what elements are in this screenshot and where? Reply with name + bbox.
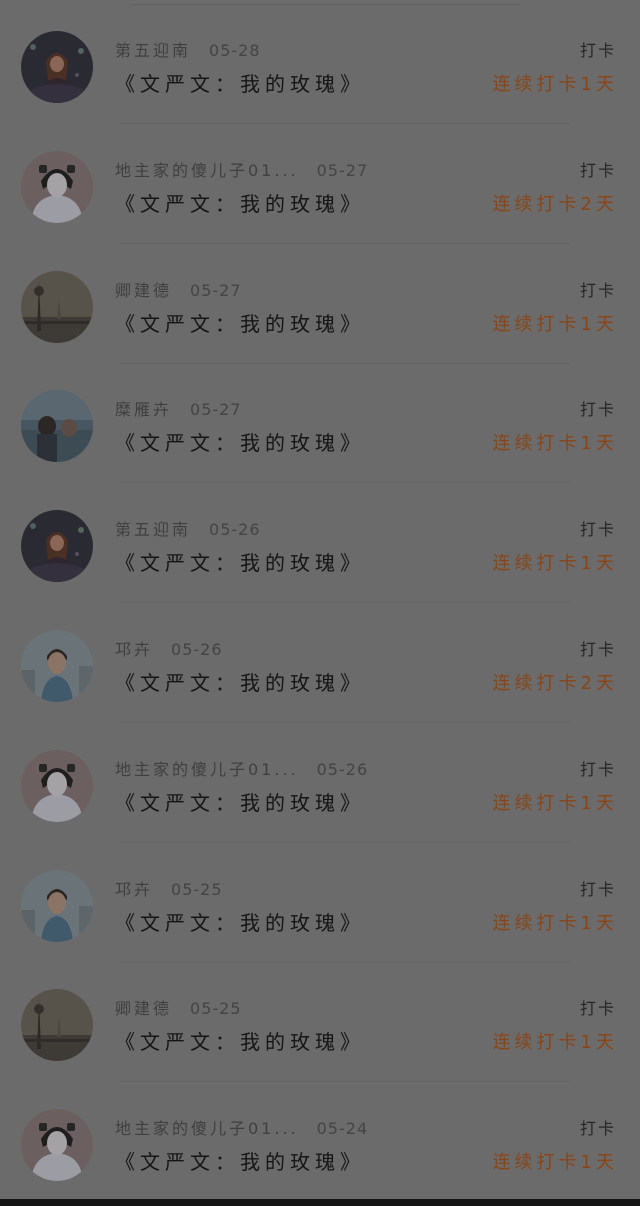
streak-count: 连续打卡1天 (492, 433, 618, 454)
checkin-record-list: 第五迎南 05-28 打卡 《文严文：我的玫瑰》 连续打卡1天 地主家的傻儿子01... 0… (0, 0, 640, 1202)
streak-count: 连续打卡1天 (492, 74, 618, 95)
checkin-date: 05-26 (316, 760, 369, 779)
username: 地主家的傻儿子01... (115, 760, 299, 779)
checkin-date: 05-28 (209, 41, 261, 60)
book-title: 《文严文：我的玫瑰》 (115, 312, 365, 336)
streak-count: 连续打卡2天 (492, 673, 618, 694)
book-title: 《文严文：我的玫瑰》 (115, 791, 365, 815)
user-avatar[interactable] (21, 630, 93, 702)
streak-count: 连续打卡1天 (492, 793, 618, 814)
book-title: 《文严文：我的玫瑰》 (115, 671, 365, 695)
list-item[interactable]: 邛卉 05-25 打卡《文严文：我的玫瑰》 连续打卡1天 (0, 843, 640, 963)
checkin-label: 打卡 (579, 999, 616, 1018)
checkin-date: 05-27 (190, 281, 242, 300)
username: 邛卉 (115, 880, 154, 899)
streak-count: 连续打卡1天 (492, 913, 618, 934)
checkin-date: 05-26 (171, 640, 223, 659)
user-avatar[interactable] (21, 31, 93, 103)
checkin-date: 05-25 (190, 999, 242, 1018)
checkin-label: 打卡 (579, 640, 616, 659)
streak-count: 连续打卡1天 (492, 1032, 618, 1053)
checkin-date: 05-26 (209, 520, 261, 539)
username: 卿建德 (115, 281, 173, 300)
checkin-date: 05-27 (316, 161, 369, 180)
username: 地主家的傻儿子01... (115, 161, 299, 180)
checkin-date: 05-24 (316, 1119, 369, 1138)
streak-count: 连续打卡1天 (492, 553, 618, 574)
list-item[interactable]: 第五迎南 05-26 打卡《文严文：我的玫瑰》 连续打卡1天 (0, 483, 640, 603)
book-title: 《文严文：我的玫瑰》 (115, 1030, 365, 1054)
list-item[interactable]: 卿建德 05-27 打卡《文严文：我的玫瑰》 连续打卡1天 (0, 244, 640, 364)
checkin-label: 打卡 (579, 1119, 616, 1138)
user-avatar[interactable] (21, 989, 93, 1061)
checkin-date: 05-25 (171, 880, 223, 899)
list-item[interactable]: 地主家的傻儿子01... 05-27 打卡《文严文：我的玫瑰》 连续打卡2天 (0, 124, 640, 244)
user-avatar[interactable] (21, 390, 93, 462)
list-item[interactable]: 地主家的傻儿子01... 05-26 打卡《文严文：我的玫瑰》 连续打卡1天 (0, 723, 640, 843)
username: 第五迎南 (115, 41, 192, 60)
user-avatar[interactable] (21, 750, 93, 822)
user-avatar[interactable] (21, 271, 93, 343)
list-item[interactable]: 第五迎南 05-28 打卡《文严文：我的玫瑰》 连续打卡1天 (0, 4, 640, 124)
book-title: 《文严文：我的玫瑰》 (115, 192, 365, 216)
streak-count: 连续打卡1天 (492, 1152, 618, 1173)
checkin-label: 打卡 (579, 520, 616, 539)
user-avatar[interactable] (21, 1109, 93, 1181)
streak-count: 连续打卡1天 (492, 314, 618, 335)
checkin-label: 打卡 (579, 880, 616, 899)
user-avatar[interactable] (21, 151, 93, 223)
book-title: 《文严文：我的玫瑰》 (115, 911, 365, 935)
checkin-label: 打卡 (579, 41, 616, 60)
book-title: 《文严文：我的玫瑰》 (115, 551, 365, 575)
checkin-label: 打卡 (579, 281, 616, 300)
book-title: 《文严文：我的玫瑰》 (115, 72, 365, 96)
checkin-label: 打卡 (579, 400, 616, 419)
streak-count: 连续打卡2天 (492, 194, 618, 215)
checkin-date: 05-27 (190, 400, 242, 419)
list-item[interactable]: 糜雁卉 05-27 打卡《文严文：我的玫瑰》 连续打卡1天 (0, 363, 640, 483)
book-title: 《文严文：我的玫瑰》 (115, 1150, 365, 1174)
user-avatar[interactable] (21, 510, 93, 582)
username: 卿建德 (115, 999, 173, 1018)
bottom-bar (0, 1199, 640, 1206)
list-item[interactable]: 邛卉 05-26 打卡《文严文：我的玫瑰》 连续打卡2天 (0, 603, 640, 723)
username: 地主家的傻儿子01... (115, 1119, 299, 1138)
list-item[interactable]: 卿建德 05-25 打卡《文严文：我的玫瑰》 连续打卡1天 (0, 962, 640, 1082)
username: 邛卉 (115, 640, 154, 659)
book-title: 《文严文：我的玫瑰》 (115, 431, 365, 455)
username: 第五迎南 (115, 520, 192, 539)
checkin-label: 打卡 (579, 760, 616, 779)
user-avatar[interactable] (21, 870, 93, 942)
list-item[interactable]: 地主家的傻儿子01... 05-24 打卡《文严文：我的玫瑰》 连续打卡1天 (0, 1082, 640, 1202)
checkin-label: 打卡 (579, 161, 616, 180)
username: 糜雁卉 (115, 400, 173, 419)
